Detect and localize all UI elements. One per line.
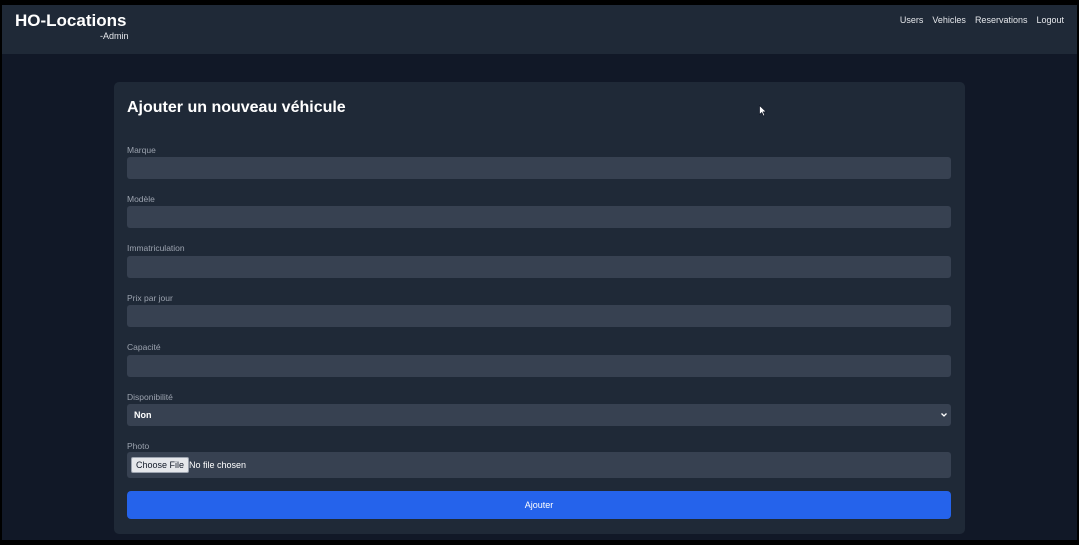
disponibilite-label: Disponibilité (127, 392, 173, 402)
immatriculation-label: Immatriculation (127, 243, 185, 253)
modele-label: Modèle (127, 194, 155, 204)
choose-file-button[interactable]: Choose File (131, 457, 190, 473)
photo-file-input: Choose File No file chosen (127, 452, 951, 478)
photo-label: Photo (127, 441, 150, 451)
immatriculation-input[interactable] (127, 256, 951, 278)
add-vehicle-form-card: Ajouter un nouveau véhicule Marque Modèl… (114, 82, 965, 534)
mouse-cursor-icon (759, 105, 767, 117)
nav-link-reservations[interactable]: Reservations (975, 15, 1028, 26)
modele-input[interactable] (127, 206, 951, 228)
chevron-down-icon (941, 413, 947, 417)
disponibilite-selected-value: Non (134, 410, 152, 420)
top-navbar: HO-Locations -Admin Users Vehicles Reser… (2, 5, 1077, 54)
capacite-label: Capacité (127, 342, 161, 352)
marque-input[interactable] (127, 157, 951, 179)
nav-link-logout[interactable]: Logout (1036, 15, 1064, 26)
marque-label: Marque (127, 145, 156, 155)
prix-label: Prix par jour (127, 293, 173, 303)
brand-logo-text[interactable]: HO-Locations (15, 11, 126, 31)
file-status-text: No file chosen (189, 460, 247, 470)
capacite-input[interactable] (127, 355, 951, 377)
disponibilite-select[interactable]: Non (127, 404, 951, 426)
nav-link-users[interactable]: Users (900, 15, 924, 26)
form-title: Ajouter un nouveau véhicule (127, 99, 346, 116)
prix-input[interactable] (127, 305, 951, 327)
nav-links: Users Vehicles Reservations Logout (900, 15, 1064, 26)
brand-subtitle: -Admin (100, 31, 129, 41)
app-window: HO-Locations -Admin Users Vehicles Reser… (2, 5, 1077, 540)
submit-button[interactable]: Ajouter (127, 491, 951, 519)
nav-link-vehicles[interactable]: Vehicles (932, 15, 966, 26)
